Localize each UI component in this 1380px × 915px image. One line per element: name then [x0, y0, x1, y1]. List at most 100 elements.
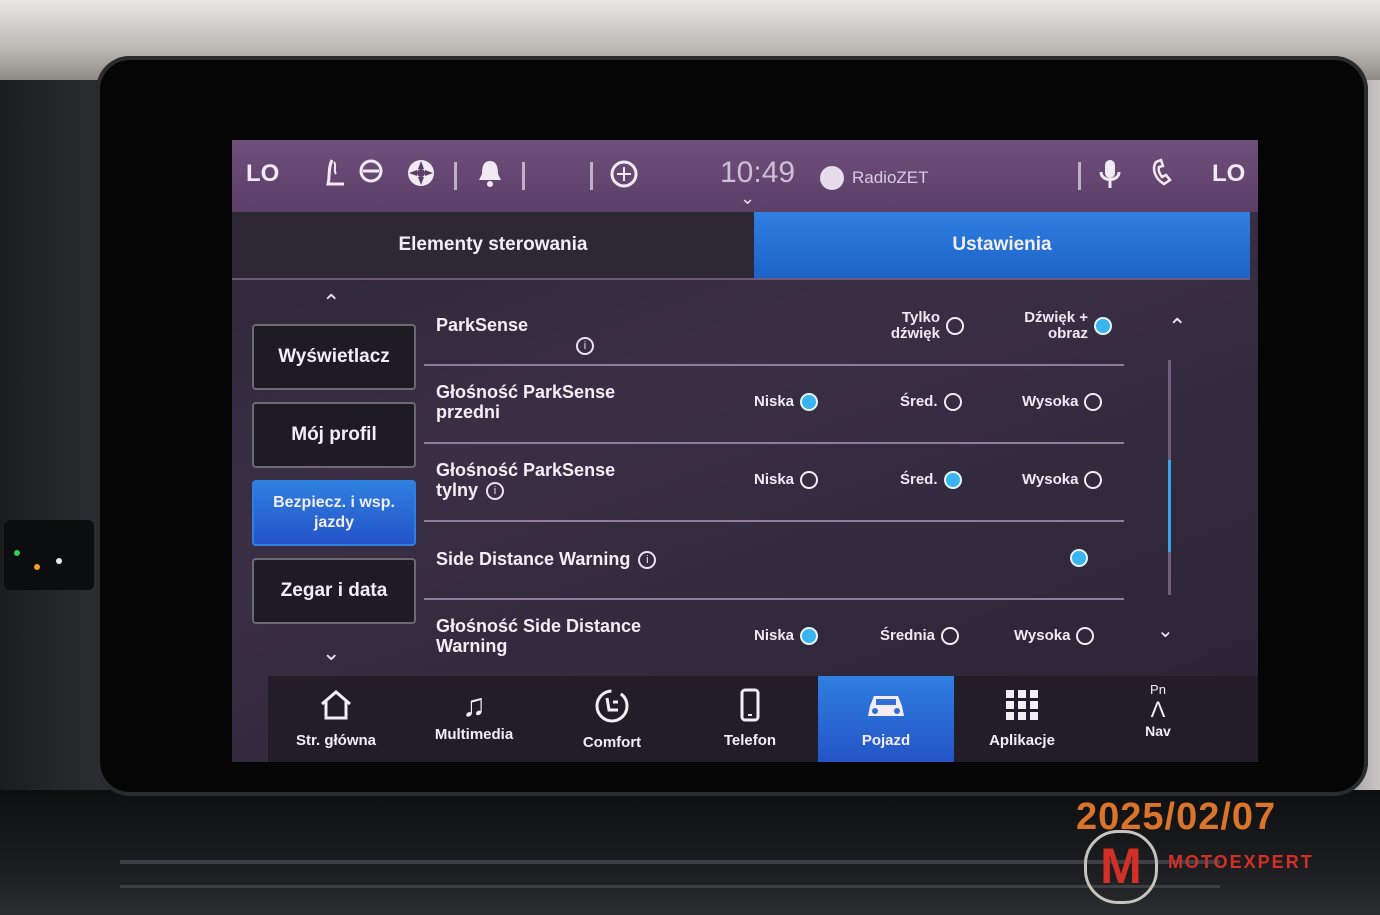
divider: [522, 162, 525, 190]
option-medium[interactable]: Śred.: [900, 471, 962, 490]
steering-wheel-icon[interactable]: [358, 158, 384, 191]
side-item-my-profile[interactable]: Mój profil: [252, 402, 416, 468]
chevron-down-icon[interactable]: ⌄: [740, 188, 755, 209]
nav-comfort[interactable]: Comfort: [544, 676, 680, 762]
option-low[interactable]: Niska: [754, 627, 819, 646]
heading-label: Pn: [1150, 682, 1166, 697]
radio-button[interactable]: [800, 393, 819, 412]
tab-controls[interactable]: Elementy sterowania: [232, 212, 754, 278]
divider: [232, 278, 1250, 280]
info-icon[interactable]: i: [638, 551, 657, 570]
setting-label: Side Distance Warning i: [436, 549, 736, 570]
right-temperature-label[interactable]: LO: [1212, 160, 1245, 188]
side-item-display[interactable]: Wyświetlacz: [252, 324, 416, 390]
nav-multimedia[interactable]: ♫ Multimedia: [406, 676, 542, 762]
smartphone-icon: [682, 688, 818, 728]
phone-icon[interactable]: [1150, 158, 1176, 195]
option-sound-only[interactable]: Tylko dźwięk: [874, 310, 964, 342]
option-label: Dźwięk + obraz: [1024, 309, 1088, 342]
option-label: Wysoka: [1022, 471, 1079, 489]
divider: [590, 162, 593, 190]
bottom-navigation: Str. główna ♫ Multimedia Comfort Telefon…: [268, 676, 1258, 762]
radio-button[interactable]: [1084, 471, 1103, 490]
car-icon: [818, 688, 954, 728]
tab-settings[interactable]: Ustawienia: [754, 212, 1250, 278]
option-medium[interactable]: Śred.: [900, 393, 962, 412]
radio-button[interactable]: [946, 317, 964, 335]
option-high[interactable]: Wysoka: [1014, 627, 1095, 646]
notification-bell-icon[interactable]: [476, 158, 504, 195]
compass-icon: Λ: [1150, 697, 1166, 722]
nav-label: Pojazd: [861, 732, 911, 749]
nav-home[interactable]: Str. główna: [268, 676, 404, 762]
radio-button[interactable]: [1070, 549, 1088, 568]
microphone-icon[interactable]: [1098, 158, 1122, 197]
vent-line: [120, 860, 1220, 864]
nav-vehicle[interactable]: Pojazd: [818, 676, 954, 762]
option-label: Średnia: [880, 627, 936, 645]
nav-apps[interactable]: Aplikacje: [954, 676, 1090, 762]
home-icon: [268, 688, 404, 728]
radio-logo-icon: [820, 166, 844, 190]
setting-label: Głośność Side Distance Warning: [436, 616, 642, 656]
setting-row-rear-volume: Głośność ParkSense tylny i Niska Śred. Wy…: [424, 444, 1124, 522]
radio-button[interactable]: [1094, 317, 1112, 335]
option-label: Niska: [754, 393, 795, 411]
side-item-clock-date[interactable]: Zegar i data: [252, 558, 416, 624]
side-item-safety[interactable]: Bezpiecz. i wsp. jazdy: [252, 480, 416, 546]
comfort-seat-icon: [544, 688, 680, 730]
scrollbar[interactable]: [1168, 360, 1171, 595]
setting-label: ParkSensei: [436, 315, 656, 356]
nav-label: Str. główna: [295, 732, 376, 749]
radio-station[interactable]: RadioZET: [852, 168, 929, 188]
left-temperature-label[interactable]: LO: [246, 160, 279, 188]
scroll-down-icon[interactable]: ⌄: [1157, 618, 1174, 643]
side-distance-toggle[interactable]: [1064, 549, 1088, 568]
nav-label: Multimedia: [434, 726, 514, 743]
option-label: Tylko dźwięk: [890, 309, 940, 342]
divider: [454, 162, 457, 190]
nav-phone[interactable]: Telefon: [682, 676, 818, 762]
fan-icon[interactable]: [406, 158, 436, 195]
option-high[interactable]: Wysoka: [1022, 393, 1103, 412]
settings-list: ParkSensei Tylko dźwięk Dźwięk + obraz G…: [424, 288, 1124, 678]
vent-line: [120, 885, 1220, 888]
option-high[interactable]: Wysoka: [1022, 471, 1103, 490]
scroll-up-icon[interactable]: ⌃: [1168, 314, 1186, 340]
setting-row-parksense: ParkSensei Tylko dźwięk Dźwięk + obraz: [424, 288, 1124, 366]
option-medium[interactable]: Średnia: [880, 627, 960, 646]
nav-label: Telefon: [723, 732, 777, 749]
option-label: Śred.: [900, 393, 938, 411]
music-note-icon: ♫: [462, 687, 486, 723]
nav-label: Comfort: [582, 734, 642, 751]
option-label: Wysoka: [1022, 393, 1079, 411]
radio-button[interactable]: [1084, 393, 1103, 412]
chevron-down-icon[interactable]: ⌄: [322, 640, 340, 666]
option-low[interactable]: Niska: [754, 471, 819, 490]
option-sound-image[interactable]: Dźwięk + obraz: [1004, 310, 1112, 342]
nav-label: Aplikacje: [989, 732, 1055, 749]
option-label: Śred.: [900, 471, 938, 489]
apps-grid-icon: [954, 688, 1090, 728]
radio-button[interactable]: [800, 627, 819, 646]
clock-time: 10:49: [720, 156, 796, 189]
setting-row-front-volume: Głośność ParkSense przedni Niska Śred. W…: [424, 366, 1124, 444]
radio-button[interactable]: [943, 471, 962, 490]
infotainment-screen: LO 10:49 ⌄ RadioZET LO Elementy sterowan…: [232, 140, 1258, 762]
option-label: Niska: [754, 627, 795, 645]
radio-button[interactable]: [1076, 627, 1095, 646]
seat-heat-icon[interactable]: [324, 158, 350, 195]
radio-button[interactable]: [800, 471, 819, 490]
climate-icon[interactable]: [608, 158, 640, 195]
option-low[interactable]: Niska: [754, 393, 819, 412]
nav-navigation[interactable]: Pn Λ Nav: [1090, 676, 1226, 762]
brand-name: MOTOEXPERT: [1168, 852, 1314, 872]
info-icon[interactable]: i: [576, 337, 594, 356]
chevron-up-icon[interactable]: ⌃: [322, 290, 340, 316]
scrollbar-thumb[interactable]: [1168, 460, 1171, 552]
radio-button[interactable]: [941, 627, 960, 646]
brand-logo: M: [1084, 830, 1158, 904]
info-icon[interactable]: i: [486, 482, 505, 501]
radio-button[interactable]: [943, 393, 962, 412]
setting-row-side-distance-volume: Głośność Side Distance Warning Niska Śre…: [424, 600, 1124, 678]
